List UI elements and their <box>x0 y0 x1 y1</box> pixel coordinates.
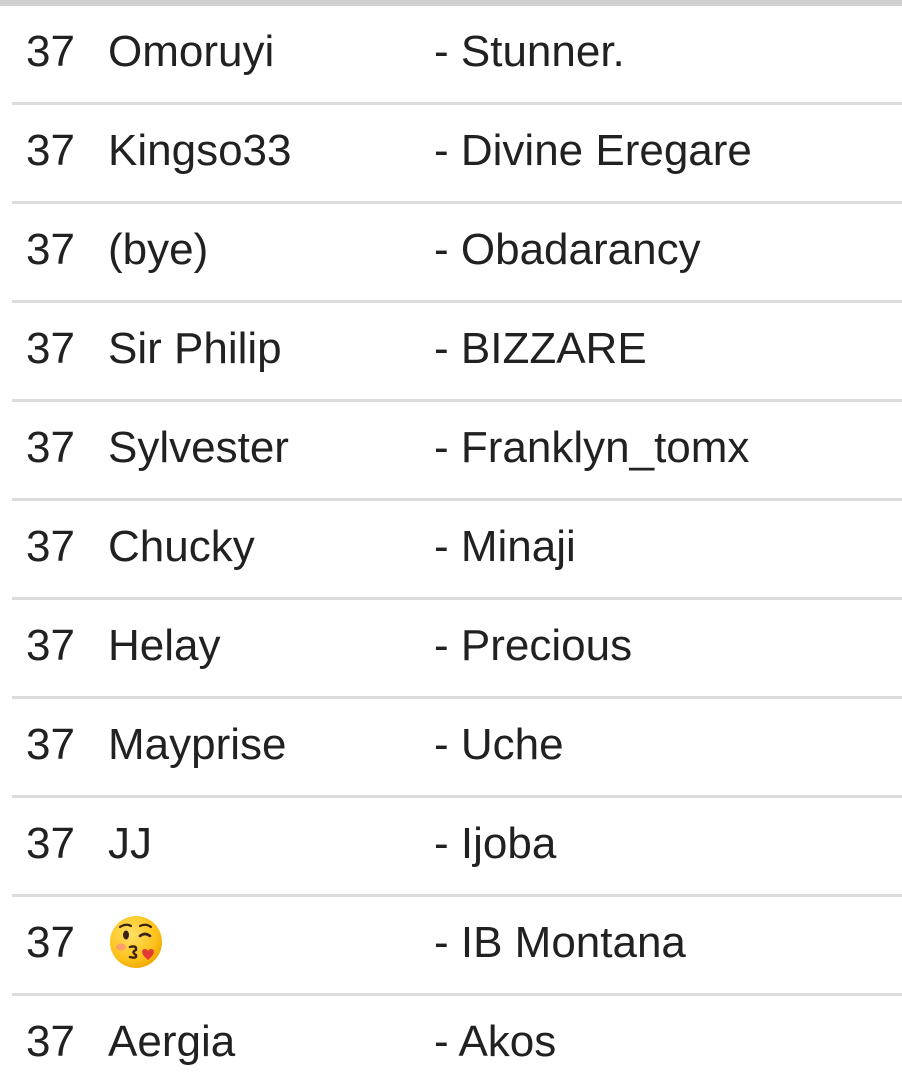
row-number: 37 <box>26 918 75 967</box>
partner-name: - IB Montana <box>434 918 686 967</box>
list-item: 37 Chucky - Minaji <box>12 501 902 600</box>
player-name: Kingso33 <box>108 126 292 175</box>
row-number: 37 <box>26 225 75 274</box>
partner-name: - Uche <box>434 720 564 769</box>
partner-name: - Franklyn_tomx <box>434 423 750 472</box>
list-item: 37 (bye) - Obadarancy <box>12 204 902 303</box>
row-number: 37 <box>26 126 75 175</box>
row-number: 37 <box>26 720 75 769</box>
row-number: 37 <box>26 621 75 670</box>
player-name: Sir Philip <box>108 324 282 373</box>
row-number: 37 <box>26 522 75 571</box>
partner-name: - Divine Eregare <box>434 126 752 175</box>
player-name: Mayprise <box>108 720 287 769</box>
player-name <box>108 897 164 993</box>
list-item: 37 Kingso33 - Divine Eregare <box>12 105 902 204</box>
row-number: 37 <box>26 1017 75 1066</box>
list-item: 37 JJ - Ijoba <box>12 798 902 897</box>
player-name: Aergia <box>108 1017 236 1066</box>
list-item: 37 Sir Philip - BIZZARE <box>12 303 902 402</box>
partner-name: - BIZZARE <box>434 324 647 373</box>
face-blowing-kiss-icon <box>110 916 162 969</box>
list-item: 37 - IB Montana <box>12 897 902 996</box>
partner-name: - Precious <box>434 621 633 670</box>
player-name: Omoruyi <box>108 27 275 76</box>
row-number: 37 <box>26 819 75 868</box>
player-name: (bye) <box>108 225 209 274</box>
player-name: Chucky <box>108 522 255 571</box>
list-item: 37 Sylvester - Franklyn_tomx <box>12 402 902 501</box>
partner-name: - Akos <box>434 1017 557 1066</box>
partner-name: - Ijoba <box>434 819 557 868</box>
list-item: 37 Helay - Precious <box>12 600 902 699</box>
row-number: 37 <box>26 27 75 76</box>
row-number: 37 <box>26 423 75 472</box>
partner-name: - Stunner. <box>434 27 625 76</box>
partner-name: - Minaji <box>434 522 576 571</box>
list-item: 37 Mayprise - Uche <box>12 699 902 798</box>
list-item: 37 Aergia - Akos <box>12 996 902 1092</box>
player-name: Sylvester <box>108 423 289 472</box>
player-name: JJ <box>108 819 152 868</box>
list-item: 37 Omoruyi - Stunner. <box>12 6 902 105</box>
player-name: Helay <box>108 621 221 670</box>
partner-name: - Obadarancy <box>434 225 701 274</box>
pairings-list: 37 Omoruyi - Stunner. 37 Kingso33 - Divi… <box>0 6 902 1092</box>
row-number: 37 <box>26 324 75 373</box>
